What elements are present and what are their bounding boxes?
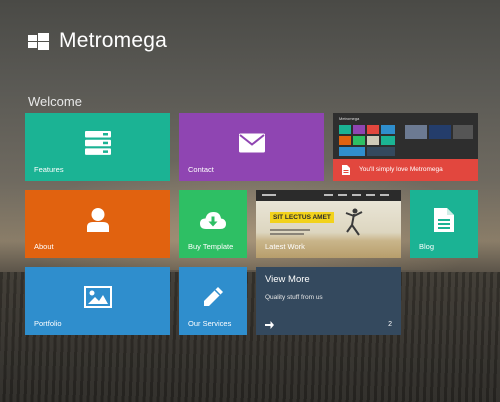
tile-features[interactable]: Features — [25, 113, 170, 181]
tile-label: Buy Template — [188, 242, 234, 251]
tile-our-services[interactable]: Our Services — [179, 267, 247, 335]
tile-portfolio[interactable]: Portfolio — [25, 267, 170, 335]
document-icon — [342, 165, 350, 175]
promo-caption-bar: You'll simply love Metromega — [333, 159, 478, 181]
tile-blog[interactable]: Blog — [410, 190, 478, 258]
envelope-icon — [238, 133, 265, 153]
pencil-icon — [204, 286, 223, 306]
section-heading: Welcome — [28, 94, 82, 109]
promo-mini-title: Metromega — [339, 116, 360, 121]
tile-promo[interactable]: Metromega You'll simply love Metromega — [333, 113, 478, 181]
document-icon — [434, 207, 454, 232]
cloud-download-icon — [200, 211, 226, 229]
app-title: Metromega — [59, 29, 168, 52]
tile-label: Latest Work — [265, 242, 305, 251]
tile-label: Contact — [188, 165, 214, 174]
tile-label: Portfolio — [34, 319, 62, 328]
tile-buy-template[interactable]: Buy Template — [179, 190, 247, 258]
tile-label: Blog — [419, 242, 435, 251]
app-header: Metromega — [28, 29, 167, 53]
latest-preview-nav — [256, 190, 401, 201]
tile-label: About — [34, 242, 54, 251]
promo-text: You'll simply love Metromega — [359, 166, 443, 173]
image-icon — [83, 285, 112, 308]
windows-logo-icon — [28, 32, 49, 50]
arrow-right-icon[interactable] — [265, 321, 274, 329]
view-more-subtitle: Quality stuff from us — [265, 294, 323, 301]
server-icon — [84, 130, 111, 155]
tile-label: Features — [34, 165, 64, 174]
promo-preview-image: Metromega — [333, 113, 478, 159]
tile-latest-work[interactable]: SIT LECTUS AMET Latest Work — [256, 190, 401, 258]
tile-contact[interactable]: Contact — [179, 113, 324, 181]
view-more-title: View More — [265, 274, 310, 285]
latest-banner: SIT LECTUS AMET — [270, 212, 334, 223]
user-icon — [86, 207, 109, 232]
jumping-person-figure — [345, 208, 363, 236]
view-more-count: 2 — [388, 321, 392, 328]
tile-view-more[interactable]: View More Quality stuff from us 2 — [256, 267, 401, 335]
tile-about[interactable]: About — [25, 190, 170, 258]
tile-label: Our Services — [188, 319, 232, 328]
